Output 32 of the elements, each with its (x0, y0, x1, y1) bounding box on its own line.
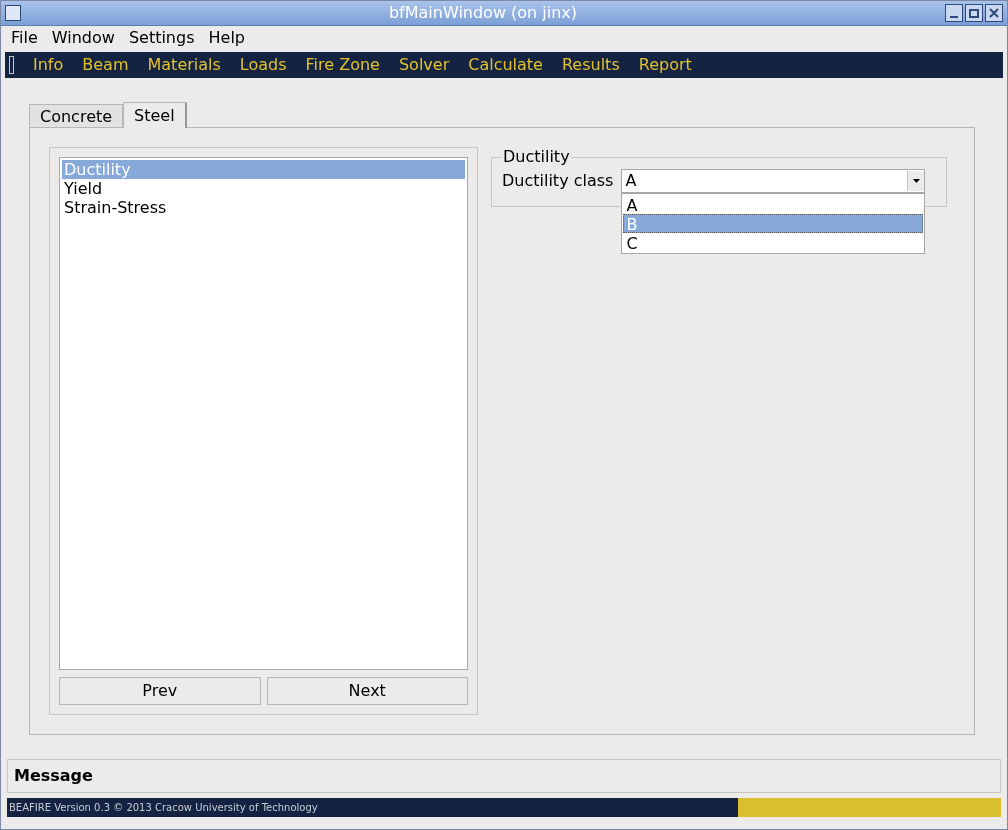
toolbar-item[interactable]: Fire Zone (305, 53, 380, 77)
menu-item[interactable]: Help (208, 26, 245, 50)
toolbar-item[interactable]: Beam (82, 53, 129, 77)
minimize-icon[interactable] (945, 4, 963, 22)
toolbar-item[interactable]: Calculate (468, 53, 543, 77)
toolbar-item[interactable]: Report (638, 53, 692, 77)
field-label: Ductility class (502, 170, 614, 192)
window-icon[interactable] (5, 5, 21, 21)
group-title: Ductility (502, 146, 571, 168)
tab[interactable]: Concrete (29, 104, 124, 127)
dropdown-option[interactable]: C (623, 233, 924, 252)
toolbar-item[interactable]: Solver (398, 53, 450, 77)
caret-icon[interactable] (907, 171, 925, 191)
nav-button[interactable]: Next (266, 677, 468, 705)
toolbar-item[interactable]: Loads (239, 53, 287, 77)
close-icon[interactable] (985, 4, 1003, 22)
menu-item[interactable]: Window (51, 26, 115, 50)
maximize-icon[interactable] (965, 4, 983, 22)
toolbar-item[interactable]: Results (561, 53, 620, 77)
menu-item[interactable]: File (11, 26, 38, 50)
toolbar-item[interactable]: Info (33, 53, 64, 77)
list-item[interactable]: Yield (62, 179, 465, 198)
list-item[interactable]: Strain-Stress (62, 198, 465, 217)
toolbar-handle-icon[interactable] (9, 56, 14, 74)
dropdown-option[interactable]: A (623, 195, 924, 214)
message-title: Message (14, 765, 93, 787)
status-text: BEAFIRE Version 0.3 © 2013 Cracow University of Technology (9, 801, 318, 815)
toolbar-item[interactable]: Materials (147, 53, 221, 77)
menu-item[interactable]: Settings (128, 26, 195, 50)
nav-button[interactable]: Prev (59, 677, 261, 705)
tab[interactable]: Steel (123, 102, 187, 128)
window-title: bfMainWindow (on jinx) (387, 2, 579, 24)
